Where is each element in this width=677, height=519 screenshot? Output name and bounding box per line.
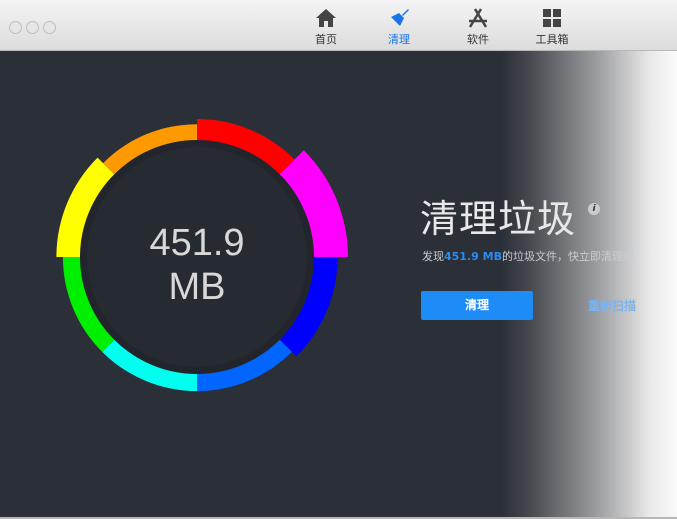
gauge-value: 451.9 [149,222,245,264]
gauge-unit: MB [168,266,226,308]
summary-suffix: 的垃圾文件，快立即清理吧 [501,250,634,263]
scan-summary: 发现451.9 MB的垃圾文件，快立即清理吧 [422,248,634,264]
junk-size: 451.9 MB [444,250,502,263]
page-title: 清理垃圾 [420,197,577,241]
app-window: 首页 清理 软件 工具箱 451.9 MB 清理垃圾 i 发现451.9 MB的… [0,0,677,519]
info-icon[interactable]: i [588,203,600,215]
clean-button[interactable]: 清理 [421,291,533,320]
summary-prefix: 发现 [422,250,444,263]
rescan-link[interactable]: 重新扫描 [588,297,636,314]
